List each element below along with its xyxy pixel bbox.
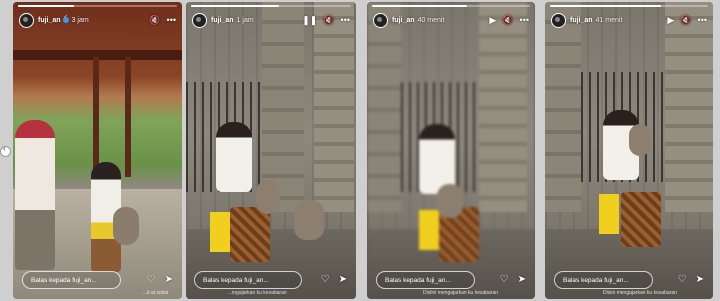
story-time: 1 jam bbox=[236, 16, 254, 24]
sound-off-icon[interactable]: 🔇 bbox=[323, 15, 334, 25]
more-icon[interactable]: ••• bbox=[520, 15, 529, 25]
pause-icon[interactable]: ❚❚ bbox=[302, 15, 317, 25]
story-progress-bar bbox=[550, 5, 708, 7]
story-actions: ♡ ➤ bbox=[678, 275, 704, 285]
story-image bbox=[186, 2, 356, 299]
story-time: 41 menit bbox=[595, 16, 623, 24]
heart-icon[interactable]: ♡ bbox=[678, 275, 687, 285]
previous-story-button[interactable] bbox=[0, 144, 11, 157]
story-progress-bar bbox=[18, 5, 177, 7]
heart-icon[interactable]: ♡ bbox=[147, 275, 156, 285]
username[interactable]: fuji_an bbox=[211, 17, 234, 24]
story-header: fuji_an 40 menit ▶ 🔇 ••• bbox=[367, 10, 535, 30]
heart-icon[interactable]: ♡ bbox=[321, 275, 330, 285]
username[interactable]: fuji_an bbox=[38, 17, 61, 24]
username[interactable]: fuji_an bbox=[570, 17, 593, 24]
play-icon[interactable]: ▶ bbox=[667, 15, 674, 25]
story-image bbox=[367, 2, 535, 299]
story-image bbox=[13, 2, 182, 299]
send-icon[interactable]: ➤ bbox=[165, 275, 173, 285]
username[interactable]: fuji_an bbox=[392, 17, 415, 24]
sound-off-icon[interactable]: 🔇 bbox=[680, 15, 691, 25]
story-card-3[interactable]: fuji_an 40 menit ▶ 🔇 ••• Balas kepada fu… bbox=[367, 2, 535, 299]
more-icon[interactable]: ••• bbox=[167, 15, 176, 25]
play-icon[interactable]: ▶ bbox=[489, 15, 496, 25]
send-icon[interactable]: ➤ bbox=[696, 275, 704, 285]
story-time: 3 jam bbox=[71, 16, 89, 24]
verified-badge-icon bbox=[62, 14, 69, 23]
more-icon[interactable]: ••• bbox=[698, 15, 707, 25]
send-icon[interactable]: ➤ bbox=[339, 275, 347, 285]
reply-input[interactable]: Balas kepada fuji_an... bbox=[376, 271, 475, 289]
avatar[interactable] bbox=[192, 12, 207, 28]
story-actions: ♡ ➤ bbox=[321, 275, 347, 285]
avatar[interactable] bbox=[551, 12, 566, 28]
story-progress-bar bbox=[372, 5, 530, 7]
more-icon[interactable]: ••• bbox=[341, 15, 350, 25]
story-actions: ♡ ➤ bbox=[500, 275, 526, 285]
story-caption: Dislini mengajarkan ku kesabaran bbox=[423, 290, 499, 296]
reply-input[interactable]: Balas kepada fuji_an... bbox=[194, 271, 302, 289]
sound-off-icon[interactable]: 🔇 bbox=[149, 15, 160, 25]
story-header: fuji_an 41 menit ▶ 🔇 ••• bbox=[545, 10, 713, 30]
story-image bbox=[545, 2, 713, 299]
story-header: fuji_an 3 jam 🔇 ••• bbox=[13, 10, 182, 30]
story-progress-bar bbox=[191, 5, 351, 7]
story-card-1[interactable]: fuji_an 3 jam 🔇 ••• Balas kepada fuji_an… bbox=[13, 2, 182, 299]
story-card-4[interactable]: fuji_an 41 menit ▶ 🔇 ••• Balas kepada fu… bbox=[545, 2, 713, 299]
reply-input[interactable]: Balas kepada fuji_an... bbox=[22, 271, 121, 289]
story-actions: ♡ ➤ bbox=[147, 275, 173, 285]
send-icon[interactable]: ➤ bbox=[518, 275, 526, 285]
avatar[interactable] bbox=[373, 12, 388, 28]
story-caption: ...ingajarkan ku kesabaran bbox=[228, 290, 287, 296]
sound-off-icon[interactable]: 🔇 bbox=[502, 15, 513, 25]
story-caption: Disini mengajarkan ku kesabaran bbox=[603, 290, 677, 296]
avatar[interactable] bbox=[19, 12, 34, 28]
reply-input[interactable]: Balas kepada fuji_an... bbox=[554, 271, 653, 289]
story-time: 40 menit bbox=[417, 16, 445, 24]
story-header: fuji_an 1 jam ❚❚ 🔇 ••• bbox=[186, 10, 356, 30]
story-caption: ...it al sokai bbox=[143, 290, 169, 296]
story-card-2[interactable]: fuji_an 1 jam ❚❚ 🔇 ••• Balas kepada fuji… bbox=[186, 2, 356, 299]
heart-icon[interactable]: ♡ bbox=[500, 275, 509, 285]
